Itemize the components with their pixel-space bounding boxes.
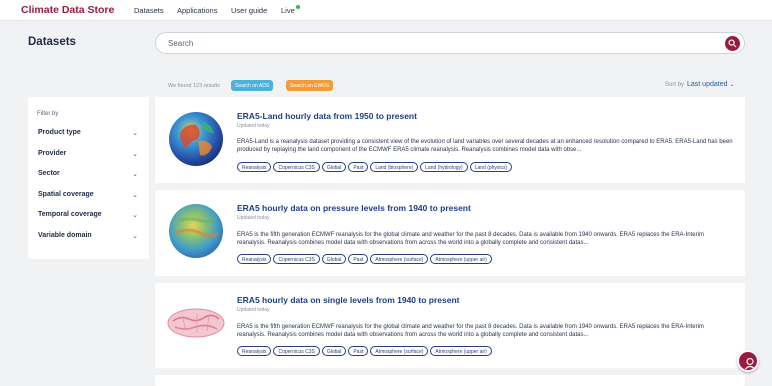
dataset-description: ERA5 is the fifth generation ECMWF reana… <box>237 232 704 246</box>
dataset-tags: Reanalysis Copernicus C3S Global Past Atmosp… <box>237 346 494 364</box>
dataset-updated: Updated today <box>237 123 270 129</box>
dataset-description: ERA5-Land is a reanalysis dataset provid… <box>237 139 733 153</box>
dataset-thumbnail-map <box>167 297 225 349</box>
tag[interactable]: Atmosphere (surface) <box>370 254 429 264</box>
chevron-down-icon: ⌄ <box>132 212 138 219</box>
nav-live-label: Live <box>281 6 295 15</box>
page-title: Datasets <box>28 36 76 48</box>
dataset-description: ERA5 is the fifth generation ECMWF reana… <box>237 324 704 338</box>
tag[interactable]: Land (physics) <box>469 162 513 172</box>
tag[interactable]: Global <box>321 254 347 264</box>
search-bar[interactable]: Search <box>155 32 745 54</box>
tag[interactable]: Past <box>348 162 369 172</box>
tag[interactable]: Past <box>348 346 369 356</box>
top-navigation-bar: Climate Data Store Datasets Applications… <box>0 0 772 21</box>
tag[interactable]: Land (hydrology) <box>420 162 468 172</box>
filter-temporal-coverage[interactable]: Temporal coverage ⌄ <box>38 211 138 219</box>
dataset-title-link[interactable]: ERA5-Land hourly data from 1950 to prese… <box>237 111 417 121</box>
filter-sector[interactable]: Sector ⌄ <box>38 170 138 178</box>
dataset-tags: Reanalysis Copernicus C3S Global Past Atmosp… <box>237 254 494 272</box>
tag[interactable]: Copernicus C3S <box>273 346 320 356</box>
nav-datasets[interactable]: Datasets <box>134 6 164 15</box>
search-icon <box>728 39 737 48</box>
chat-assistant-icon <box>745 357 755 370</box>
tag[interactable]: Global <box>321 346 347 356</box>
tag[interactable]: Land (biosphere) <box>370 162 419 172</box>
filter-variable-domain[interactable]: Variable domain ⌄ <box>38 232 138 240</box>
tag[interactable]: Atmosphere (upper air) <box>430 346 492 356</box>
dataset-updated: Updated today <box>237 307 270 313</box>
filter-label: Spatial coverage <box>38 191 94 198</box>
dataset-updated: Updated today <box>237 215 270 221</box>
dataset-thumbnail-globe <box>168 203 224 259</box>
dataset-thumbnail-globe <box>168 111 224 167</box>
chevron-down-icon: ⌄ <box>132 233 138 240</box>
chevron-down-icon: ⌄ <box>132 130 138 137</box>
filter-panel: Filter by Product type ⌄ Provider ⌄ Sector… <box>28 97 149 259</box>
brand-logo-text[interactable]: Climate Data Store <box>21 4 114 16</box>
filter-label: Provider <box>38 150 67 157</box>
filter-label: Temporal coverage <box>38 211 102 218</box>
tag[interactable]: Copernicus C3S <box>273 162 320 172</box>
chevron-down-icon: ⌄ <box>729 82 735 88</box>
search-button[interactable] <box>725 36 740 51</box>
tag[interactable]: Reanalysis <box>237 162 272 172</box>
chevron-down-icon: ⌄ <box>132 171 138 178</box>
filter-provider[interactable]: Provider ⌄ <box>38 150 138 158</box>
tag[interactable]: Copernicus C3S <box>273 254 320 264</box>
dataset-title-link[interactable]: ERA5 hourly data on pressure levels from… <box>237 203 471 213</box>
dataset-card[interactable] <box>155 375 745 386</box>
chat-assistant-button[interactable] <box>737 350 759 372</box>
search-input[interactable]: Search <box>168 39 193 48</box>
filter-title: Filter by <box>37 111 59 117</box>
tag[interactable]: Reanalysis <box>237 254 272 264</box>
sort-by-label: Sort by <box>665 82 685 88</box>
live-status-dot <box>295 5 300 9</box>
filter-label: Product type <box>38 129 81 136</box>
dataset-card[interactable]: ERA5-Land hourly data from 1950 to prese… <box>155 97 745 183</box>
tag[interactable]: Atmosphere (upper air) <box>430 254 492 264</box>
filter-spatial-coverage[interactable]: Spatial coverage ⌄ <box>38 191 138 199</box>
search-on-ads-button[interactable]: Search on ADS <box>231 80 274 91</box>
filter-product-type[interactable]: Product type ⌄ <box>38 129 138 137</box>
dataset-card[interactable]: ERA5 hourly data on pressure levels from… <box>155 190 745 276</box>
search-on-ewds-button[interactable]: Search on EWDS <box>286 80 334 91</box>
chevron-down-icon: ⌄ <box>132 151 138 158</box>
dataset-title-link[interactable]: ERA5 hourly data on single levels from 1… <box>237 295 459 305</box>
nav-live[interactable]: Live <box>281 5 300 15</box>
nav-user-guide[interactable]: User guide <box>231 6 267 15</box>
tag[interactable]: Reanalysis <box>237 346 272 356</box>
dataset-card[interactable]: ERA5 hourly data on single levels from 1… <box>155 283 745 368</box>
sort-dropdown[interactable]: Last updated ⌄ <box>687 81 734 88</box>
tag[interactable]: Global <box>321 162 347 172</box>
chevron-down-icon: ⌄ <box>132 192 138 199</box>
filter-label: Variable domain <box>38 232 92 239</box>
tag[interactable]: Atmosphere (surface) <box>370 346 429 356</box>
tag[interactable]: Past <box>348 254 369 264</box>
filter-label: Sector <box>38 170 60 177</box>
sort-value: Last updated <box>687 81 728 88</box>
nav-applications[interactable]: Applications <box>177 6 217 15</box>
dataset-tags: Reanalysis Copernicus C3S Global Past Land (… <box>237 162 514 180</box>
results-count: We found 123 results <box>168 83 220 89</box>
